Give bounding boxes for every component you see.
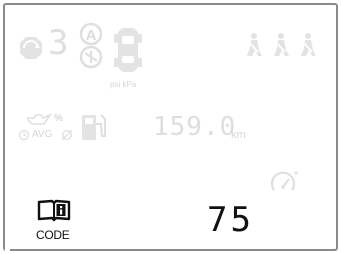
clock-icon <box>18 129 30 141</box>
seatbelt-reminder-icon <box>274 33 289 56</box>
diameter-icon <box>61 129 73 141</box>
svg-text:A: A <box>86 27 97 44</box>
speed-value: 75 <box>207 200 254 240</box>
fuel-unit: % <box>54 113 63 124</box>
avg-label: AVG <box>32 129 53 140</box>
info-book-icon <box>37 199 71 222</box>
car-top-tire-pressure-icon <box>114 28 142 72</box>
speed-limiter-gauge-icon <box>270 171 298 191</box>
seatbelt-reminder-icon <box>247 33 262 56</box>
code-label: CODE <box>36 228 70 242</box>
oil-can-icon <box>27 113 52 125</box>
frame-gap <box>5 247 10 251</box>
gear-indicator: 3 <box>48 23 70 63</box>
auto-mode-icon: A <box>79 22 103 69</box>
tire-pressure-unit: psi kPa <box>110 80 137 89</box>
seatbelt-reminder-icon <box>301 33 316 56</box>
stop-start-icon <box>20 37 42 59</box>
range-value: 159.0 <box>153 112 237 142</box>
fuel-pump-icon <box>82 114 106 140</box>
range-unit: km <box>231 129 246 141</box>
